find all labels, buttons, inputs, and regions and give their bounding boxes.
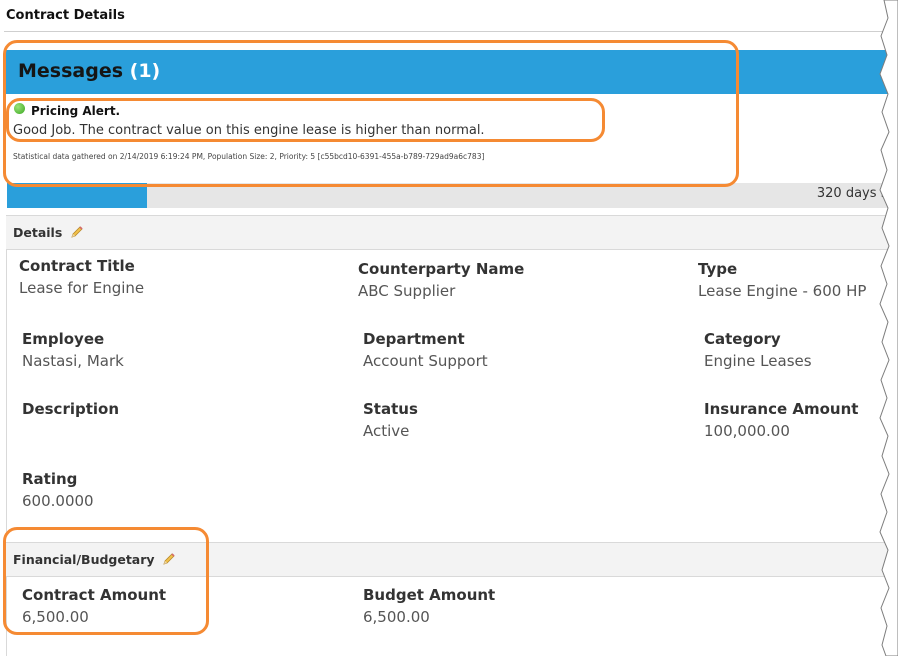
field-counterparty-name: Counterparty Name ABC Supplier — [358, 259, 524, 301]
field-contract-title: Contract Title Lease for Engine — [19, 256, 144, 298]
alert-metadata: Statistical data gathered on 2/14/2019 6… — [13, 152, 485, 161]
field-employee: Employee Nastasi, Mark — [22, 329, 124, 371]
field-value: Account Support — [363, 352, 488, 370]
field-department: Department Account Support — [363, 329, 488, 371]
field-value: Active — [363, 422, 410, 440]
field-label: Category — [704, 330, 781, 348]
panel-title: Contract Details — [6, 8, 125, 23]
details-title: Details — [13, 225, 63, 240]
alert-message: Good Job. The contract value on this eng… — [13, 123, 485, 138]
field-value: ABC Supplier — [358, 282, 456, 300]
contract-progress-bar — [7, 183, 898, 208]
field-label: Contract Title — [19, 257, 135, 275]
field-category: Category Engine Leases — [704, 329, 812, 371]
field-status: Status Active — [363, 399, 418, 441]
field-label: Insurance Amount — [704, 400, 859, 418]
progress-fill — [7, 183, 147, 208]
status-dot-icon — [14, 103, 25, 114]
field-label: Status — [363, 400, 418, 418]
field-label: Contract Amount — [22, 586, 167, 604]
field-label: Counterparty Name — [358, 260, 525, 278]
messages-title: Messages — [18, 60, 124, 82]
pencil-icon[interactable] — [162, 552, 176, 566]
pencil-icon[interactable] — [70, 225, 84, 239]
details-section-title: Details — [13, 225, 84, 240]
financial-section-title: Financial/Budgetary — [13, 552, 176, 567]
financial-title: Financial/Budgetary — [13, 552, 155, 567]
field-value: Engine Leases — [704, 352, 812, 370]
field-label: Rating — [22, 470, 78, 488]
field-label: Department — [363, 330, 465, 348]
progress-text: 320 days r — [816, 186, 886, 201]
field-type: Type Lease Engine - 600 HP — [698, 259, 866, 301]
field-description: Description — [22, 399, 119, 421]
field-contract-amount: Contract Amount 6,500.00 — [22, 585, 166, 627]
title-divider — [4, 31, 898, 32]
field-label: Description — [22, 400, 120, 418]
alert-title: Pricing Alert. — [31, 104, 121, 118]
field-insurance-amount: Insurance Amount 100,000.00 — [704, 399, 858, 441]
field-value: Lease Engine - 600 HP — [698, 282, 867, 300]
field-label: Type — [698, 260, 738, 278]
field-budget-amount: Budget Amount 6,500.00 — [363, 585, 495, 627]
field-value: Lease for Engine — [19, 279, 145, 297]
field-label: Budget Amount — [363, 586, 496, 604]
field-value: 6,500.00 — [363, 608, 430, 626]
messages-count: (1) — [129, 60, 161, 82]
field-label: Employee — [22, 330, 105, 348]
financial-section-header: Financial/Budgetary — [6, 542, 898, 577]
field-value: 100,000.00 — [704, 422, 790, 440]
messages-heading: Messages (1) — [18, 60, 160, 82]
field-value: 600.0000 — [22, 492, 94, 510]
field-value: 6,500.00 — [22, 608, 89, 626]
details-section-header: Details — [6, 215, 898, 250]
details-section-border — [6, 215, 7, 535]
field-value: Nastasi, Mark — [22, 352, 124, 370]
field-rating: Rating 600.0000 — [22, 469, 94, 511]
